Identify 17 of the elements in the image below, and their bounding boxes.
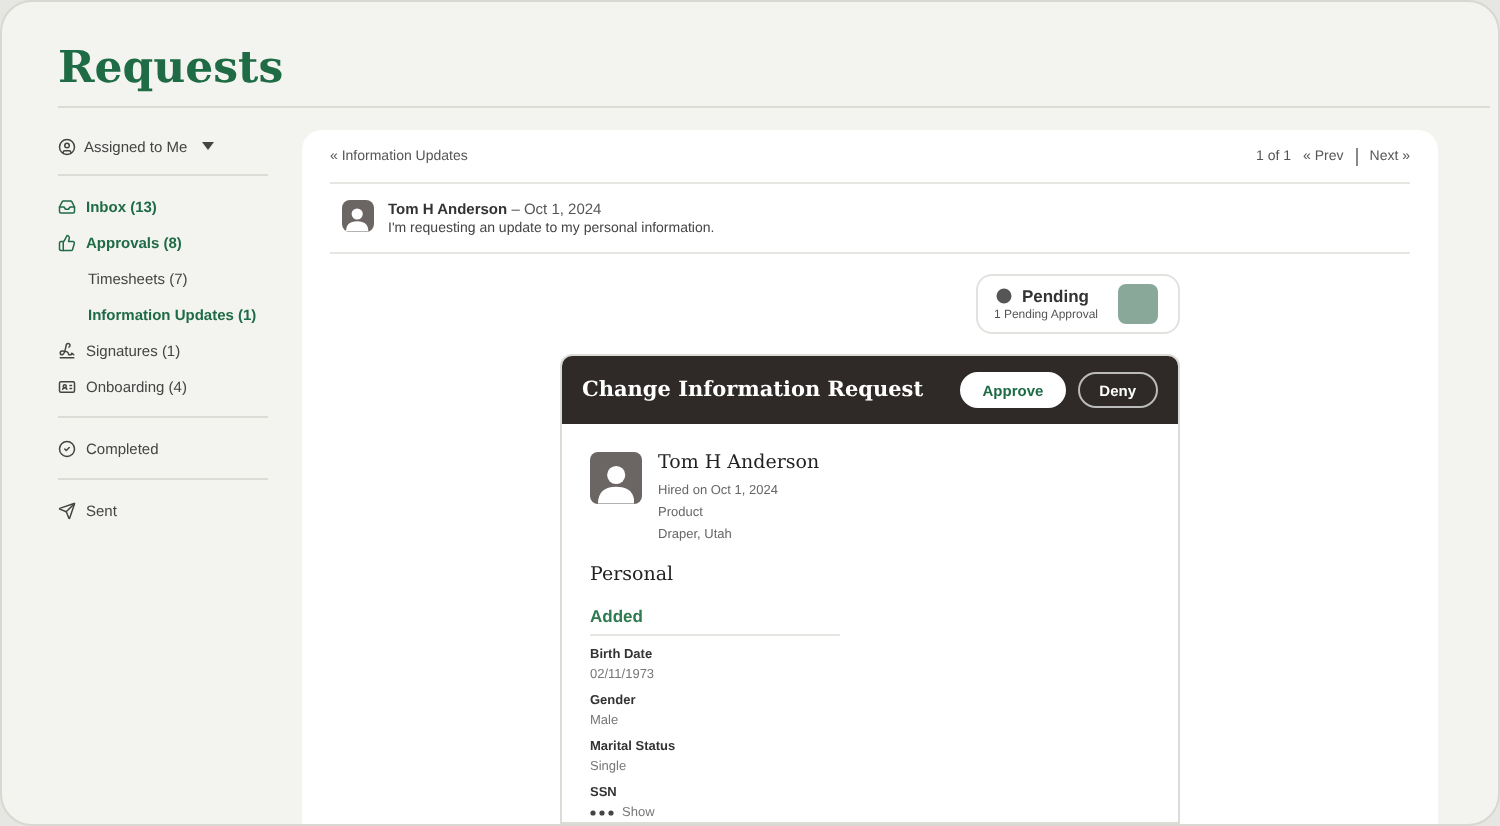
- signature-icon: [58, 341, 76, 359]
- user-circle-icon: [58, 137, 76, 155]
- status-title: Pending: [1021, 286, 1089, 306]
- card-title: Change Information Request: [582, 378, 924, 402]
- id-card-icon: [58, 377, 76, 395]
- thumbs-up-icon: [58, 233, 76, 251]
- paper-plane-icon: [58, 501, 76, 519]
- employee-name: Tom H Anderson: [658, 452, 820, 474]
- subsection-title: Added: [590, 606, 840, 636]
- check-circle-icon: [58, 439, 76, 457]
- page-title: Requests: [58, 42, 286, 98]
- caret-icon: [201, 142, 214, 150]
- avatar-icon: [342, 200, 374, 232]
- avatar-icon: [590, 452, 642, 504]
- section-title: Personal: [590, 564, 676, 586]
- photo-placeholder: [1118, 284, 1158, 324]
- inbox-icon: [58, 197, 76, 215]
